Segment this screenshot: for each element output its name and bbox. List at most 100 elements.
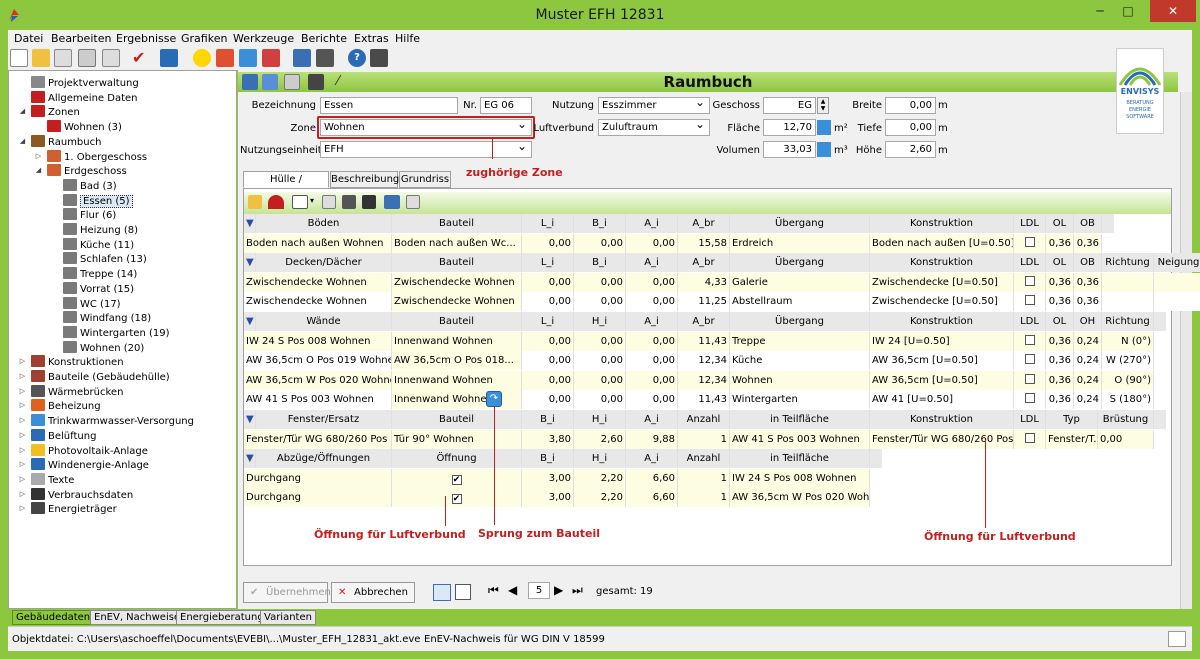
- table-cell[interactable]: 0,00: [574, 292, 626, 312]
- tree-item[interactable]: Bauteile (Gebäudehülle): [31, 370, 170, 384]
- luftverbund-select[interactable]: Zuluftraum: [598, 119, 710, 136]
- jump-to-component-icon[interactable]: ↷: [486, 391, 502, 407]
- table-cell[interactable]: 0,00: [522, 370, 574, 390]
- print-icon[interactable]: [78, 49, 96, 67]
- new-surface-icon[interactable]: [248, 195, 262, 209]
- opening-checkbox[interactable]: [451, 474, 462, 485]
- table-row[interactable]: AW 36,5cm W Pos 020 Wohnen Innenwand Wohn…: [244, 370, 1154, 390]
- copy-icon[interactable]: [54, 49, 72, 67]
- table-cell[interactable]: 1: [678, 468, 730, 488]
- table-cell[interactable]: Treppe: [730, 331, 870, 351]
- table-row[interactable]: Boden nach außen Wohnen Boden nach außen …: [244, 233, 1102, 253]
- table-cell[interactable]: Innenwand Wohnen: [392, 390, 522, 410]
- tree-item[interactable]: Allgemeine Daten: [31, 90, 137, 105]
- table-cell[interactable]: 0,00: [574, 390, 626, 410]
- table-cell[interactable]: 6,60: [626, 468, 678, 488]
- table-cell[interactable]: 0,00: [626, 331, 678, 351]
- tree-item[interactable]: Verbrauchsdaten: [31, 487, 133, 502]
- table-cell[interactable]: AW 41 S Pos 003 Wohnen: [730, 429, 870, 449]
- page-input[interactable]: 5: [528, 582, 550, 599]
- tree-item[interactable]: Schlafen (13): [63, 252, 147, 266]
- table-cell[interactable]: 0,36: [1046, 351, 1074, 371]
- table-row[interactable]: AW 41 S Pos 003 Wohnen Innenwand Wohnen 0,…: [244, 390, 1154, 410]
- table-cell[interactable]: Erdreich: [730, 233, 870, 253]
- table-cell[interactable]: Zwischendecke Wohnen: [244, 272, 392, 292]
- table-cell[interactable]: Abstellraum: [730, 292, 870, 312]
- tree-item[interactable]: Trinkwarmwasser-Versorgung: [31, 414, 194, 428]
- table-cell[interactable]: 0,00: [574, 233, 626, 253]
- checkbox-cell[interactable]: [392, 468, 522, 488]
- table-row[interactable]: Fenster/Tür WG 680/260 Pos (... Tür 90° W…: [244, 429, 1154, 449]
- sort-surfaces-icon[interactable]: [384, 195, 400, 209]
- tree-item[interactable]: Küche (11): [63, 237, 134, 252]
- expand-toggle-icon[interactable]: ▷: [18, 505, 27, 515]
- checkbox-cell[interactable]: [1014, 331, 1046, 351]
- table-cell[interactable]: 0,00: [574, 331, 626, 351]
- table-cell[interactable]: 3,00: [522, 488, 574, 508]
- table-row[interactable]: IW 24 S Pos 008 Wohnen Innenwand Wohnen 0,…: [244, 331, 1154, 351]
- table-cell[interactable]: 0,00: [626, 233, 678, 253]
- table-row[interactable]: Durchgang 3,002,206,601AW 36,5cm W Pos 02…: [244, 488, 870, 508]
- tree-item[interactable]: Wärmebrücken: [31, 384, 123, 399]
- table-cell[interactable]: Fenster/T...: [1046, 429, 1098, 449]
- table-cell[interactable]: W (270°): [1102, 351, 1154, 371]
- table-cell[interactable]: 0,36: [1074, 272, 1102, 292]
- menu-werkzeuge[interactable]: Werkzeuge: [233, 32, 294, 45]
- expand-toggle-icon[interactable]: ▷: [18, 417, 27, 427]
- calculator2-icon[interactable]: [316, 49, 334, 67]
- chart-icon[interactable]: [216, 49, 234, 67]
- expand-toggle-icon[interactable]: ▷: [18, 475, 27, 485]
- checkbox-cell[interactable]: [1014, 233, 1046, 253]
- table-cell[interactable]: Wohnen: [730, 370, 870, 390]
- checkbox-cell[interactable]: [1014, 429, 1046, 449]
- checkbox-cell[interactable]: [1014, 272, 1046, 292]
- table-cell[interactable]: AW 36,5cm [U=0.50]: [870, 351, 1014, 371]
- tree-item[interactable]: Heizung (8): [63, 223, 138, 237]
- expand-toggle-icon[interactable]: ▷: [18, 387, 27, 397]
- table-cell[interactable]: 0,00: [522, 331, 574, 351]
- tree-item[interactable]: Photovoltaik-Anlage: [31, 443, 148, 458]
- tree-structure-icon[interactable]: [160, 49, 178, 67]
- bezeichnung-input[interactable]: Essen: [320, 97, 458, 114]
- prev-page-icon[interactable]: ◀: [508, 582, 524, 599]
- vertical-scrollbar[interactable]: [1180, 92, 1192, 609]
- table-cell[interactable]: 3,00: [522, 468, 574, 488]
- menu-grafiken[interactable]: Grafiken: [181, 32, 227, 45]
- tree-item[interactable]: Erdgeschoss: [47, 164, 127, 178]
- table-row[interactable]: AW 36,5cm O Pos 019 Wohnen AW 36,5cm O Po…: [244, 351, 1154, 371]
- help-icon[interactable]: ?: [348, 49, 366, 67]
- table-cell[interactable]: Zwischendecke Wohnen: [392, 292, 522, 312]
- menu-berichte[interactable]: Berichte: [301, 32, 347, 45]
- table-cell[interactable]: 0,00: [626, 272, 678, 292]
- table-cell[interactable]: 0,00: [626, 292, 678, 312]
- table-cell[interactable]: Tür 90° Wohnen: [392, 429, 522, 449]
- table-cell[interactable]: AW 41 [U=0.50]: [870, 390, 1014, 410]
- opening-checkbox[interactable]: [451, 494, 462, 505]
- table-cell[interactable]: AW 36,5cm O Pos 019 Wohnen: [244, 351, 392, 371]
- checkbox-cell[interactable]: [1014, 292, 1046, 312]
- copy-surface-icon[interactable]: [406, 195, 420, 209]
- table-cell[interactable]: 9,88: [626, 429, 678, 449]
- expand-toggle-icon[interactable]: ▷: [18, 373, 27, 382]
- table-cell[interactable]: S (180°): [1102, 390, 1154, 410]
- open-folder-icon[interactable]: [32, 49, 50, 67]
- table-cell[interactable]: 11,43: [678, 331, 730, 351]
- tree-item[interactable]: Konstruktionen: [31, 355, 124, 369]
- ldl-checkbox[interactable]: [1024, 236, 1035, 247]
- ldl-checkbox[interactable]: [1024, 393, 1035, 404]
- table-cell[interactable]: AW 36,5cm O Pos 018...: [392, 351, 522, 371]
- chart-icon[interactable]: [1168, 631, 1186, 647]
- menu-datei[interactable]: Datei: [14, 32, 43, 45]
- ldl-checkbox[interactable]: [1024, 334, 1035, 345]
- check-icon[interactable]: ✔: [132, 49, 150, 67]
- table-row[interactable]: Zwischendecke Wohnen Zwischendecke Wohnen…: [244, 272, 1200, 292]
- tab-gebaeudedaten[interactable]: Gebäudedaten: [12, 610, 95, 625]
- table-cell[interactable]: 0,00: [626, 370, 678, 390]
- expand-toggle-icon[interactable]: ▷: [18, 490, 27, 500]
- tab-huelle[interactable]: Hülle / Teilflächen: [243, 171, 329, 200]
- tab-enev[interactable]: EnEV, Nachweise: [90, 610, 185, 625]
- table-cell[interactable]: 0,24: [1074, 390, 1102, 410]
- collapse-section-icon[interactable]: ▼: [244, 214, 256, 233]
- tree-item[interactable]: Windenergie-Anlage: [31, 458, 149, 472]
- maximize-button[interactable]: □: [1114, 0, 1142, 22]
